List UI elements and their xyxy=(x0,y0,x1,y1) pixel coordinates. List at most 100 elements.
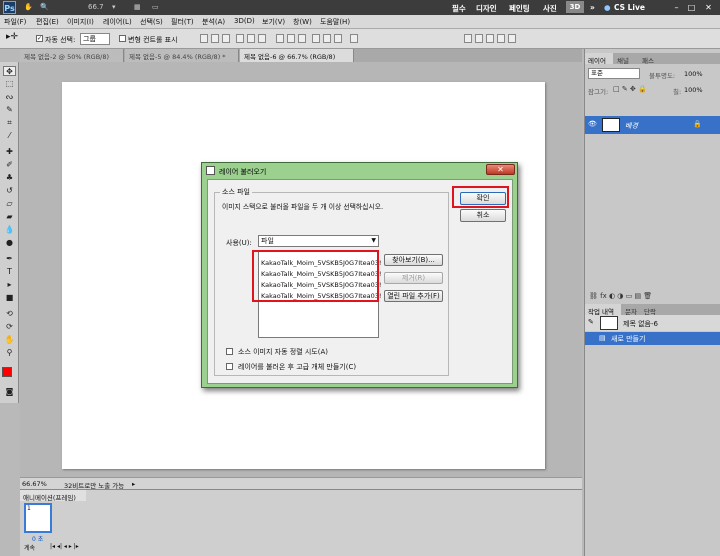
hand-icon[interactable]: ✋ xyxy=(24,3,33,11)
auto-select-dropdown[interactable]: 그룹 xyxy=(80,33,110,45)
quick-mask-icon[interactable]: ◙ xyxy=(3,387,16,397)
distribute-left-icon[interactable] xyxy=(312,34,320,43)
distribute-bottom-icon[interactable] xyxy=(298,34,306,43)
3d-camera-rotate-tool-icon[interactable]: ⟳ xyxy=(3,322,16,332)
path-select-tool-icon[interactable]: ▸ xyxy=(3,280,16,290)
move-tool-icon[interactable]: ▸✛ xyxy=(6,32,18,42)
foreground-color-swatch[interactable] xyxy=(2,367,12,377)
align-bottom-icon[interactable] xyxy=(222,34,230,43)
zoom-tool-icon[interactable]: ⚲ xyxy=(3,348,16,358)
arrange-icon[interactable]: ▭ xyxy=(152,3,159,11)
history-item[interactable]: ▤ 새로 만들기 xyxy=(585,332,720,345)
shape-tool-icon[interactable]: ■ xyxy=(3,293,16,303)
tab-document-6[interactable]: 제목 없음-6 @ 66.7% (RGB/8) xyxy=(240,49,354,62)
workspace-design[interactable]: 디자인 xyxy=(476,3,497,14)
dialog-title-bar[interactable]: 레이어 불러오기 ✕ xyxy=(202,163,517,178)
menu-analysis[interactable]: 분석(A) xyxy=(202,17,225,27)
gradient-tool-icon[interactable]: ▰ xyxy=(3,212,16,222)
tab-document-2[interactable]: 제목 없음-2 @ 50% (RGB/8) xyxy=(20,49,124,62)
distribute-vcenter-icon[interactable] xyxy=(287,34,295,43)
layer-row-background[interactable]: 👁 배경 🔒 xyxy=(585,116,720,134)
healing-brush-tool-icon[interactable]: ✚ xyxy=(3,147,16,157)
clone-stamp-tool-icon[interactable]: ♣ xyxy=(3,173,16,183)
browse-button[interactable]: 찾아보기(B)... xyxy=(384,254,443,266)
menu-window[interactable]: 창(W) xyxy=(293,17,312,27)
distribute-hcenter-icon[interactable] xyxy=(323,34,331,43)
blur-tool-icon[interactable]: 💧 xyxy=(3,225,16,235)
smart-object-checkbox[interactable] xyxy=(226,363,233,370)
tab-animation[interactable]: 애니메이션(프레임) xyxy=(20,490,86,502)
lasso-tool-icon[interactable]: ᔓ xyxy=(3,92,16,102)
tab-character[interactable]: 문자 xyxy=(622,304,640,316)
close-icon[interactable]: ✕ xyxy=(703,2,714,13)
fill-value[interactable]: 100% xyxy=(684,86,703,94)
tab-channels[interactable]: 채널 xyxy=(614,53,638,65)
menu-edit[interactable]: 편집(E) xyxy=(36,17,59,27)
chevron-down-icon[interactable]: ▼ xyxy=(371,236,376,246)
tab-document-5[interactable]: 제목 없음-5 @ 84.4% (RGB/8) * xyxy=(125,49,239,62)
align-top-icon[interactable] xyxy=(200,34,208,43)
tab-history[interactable]: 작업 내역 xyxy=(585,304,621,316)
transform-controls-checkbox[interactable] xyxy=(119,35,126,42)
use-dropdown[interactable]: 파일 ▼ xyxy=(258,235,379,247)
more-workspaces[interactable]: » xyxy=(590,3,595,12)
layer-name[interactable]: 배경 xyxy=(625,121,638,131)
workspace-painting[interactable]: 페인팅 xyxy=(509,3,530,14)
auto-align-icon[interactable] xyxy=(350,34,358,43)
tab-paths[interactable]: 패스 xyxy=(639,53,663,65)
add-open-files-button[interactable]: 열린 파일 추가(F) xyxy=(384,290,443,302)
chevron-down-icon[interactable]: ▾ xyxy=(112,3,116,11)
3d-rotate-icon[interactable] xyxy=(464,34,472,43)
distribute-right-icon[interactable] xyxy=(334,34,342,43)
workspace-photo[interactable]: 사진 xyxy=(543,3,557,14)
eyedropper-tool-icon[interactable]: ⁄ xyxy=(3,131,16,141)
menu-view[interactable]: 보기(V) xyxy=(262,17,285,27)
3d-object-rotate-tool-icon[interactable]: ⟲ xyxy=(3,309,16,319)
auto-align-checkbox[interactable] xyxy=(226,348,233,355)
tab-layers[interactable]: 레이어 xyxy=(585,53,613,65)
workspace-3d[interactable]: 3D xyxy=(566,1,584,13)
playback-controls[interactable]: |◂ ◂| ◂ ▸ |▸ xyxy=(50,543,79,550)
align-right-icon[interactable] xyxy=(258,34,266,43)
align-hcenter-icon[interactable] xyxy=(247,34,255,43)
3d-scale-icon[interactable] xyxy=(508,34,516,43)
minimize-icon[interactable]: – xyxy=(671,2,682,13)
lock-icons[interactable]: □ ✎ ✥ 🔒 xyxy=(613,85,647,93)
pen-tool-icon[interactable]: ✒ xyxy=(3,254,16,264)
menu-help[interactable]: 도움말(H) xyxy=(320,17,350,27)
eye-icon[interactable]: 👁 xyxy=(588,120,597,128)
frame-delay[interactable]: 0 초 xyxy=(32,534,43,543)
grid-icon[interactable]: ▦ xyxy=(134,3,141,11)
3d-pan-icon[interactable] xyxy=(486,34,494,43)
workspace-essentials[interactable]: 필수 xyxy=(452,3,466,14)
distribute-top-icon[interactable] xyxy=(276,34,284,43)
menu-image[interactable]: 이미지(I) xyxy=(67,17,94,27)
type-tool-icon[interactable]: T xyxy=(3,267,16,277)
status-zoom[interactable]: 66.67% xyxy=(22,480,47,488)
marquee-tool-icon[interactable]: ⬚ xyxy=(3,79,16,89)
history-brush-tool-icon[interactable]: ↺ xyxy=(3,186,16,196)
opacity-value[interactable]: 100% xyxy=(684,70,703,78)
3d-roll-icon[interactable] xyxy=(475,34,483,43)
cslive-link[interactable]: CS Live xyxy=(614,3,645,12)
layer-footer-icons[interactable]: ⛓ fx ◐ ◑ ▭ ▤ 🗑 xyxy=(589,292,652,300)
status-arrow-icon[interactable]: ▸ xyxy=(132,480,135,488)
quick-select-tool-icon[interactable]: ✎ xyxy=(3,105,16,115)
menu-layer[interactable]: 레이어(L) xyxy=(103,17,132,27)
align-left-icon[interactable] xyxy=(236,34,244,43)
cancel-button[interactable]: 취소 xyxy=(460,209,506,222)
3d-slide-icon[interactable] xyxy=(497,34,505,43)
maximize-icon[interactable]: □ xyxy=(686,2,697,13)
animation-frame[interactable]: 1 xyxy=(24,503,52,533)
zoom-level[interactable]: 66.7 xyxy=(88,3,104,11)
remove-button[interactable]: 제거(R) xyxy=(384,272,443,284)
menu-filter[interactable]: 필터(T) xyxy=(171,17,194,27)
dodge-tool-icon[interactable]: ● xyxy=(3,238,16,248)
auto-select-checkbox[interactable]: ✓ xyxy=(36,35,43,42)
menu-file[interactable]: 파일(F) xyxy=(4,17,26,27)
dialog-close-button[interactable]: ✕ xyxy=(486,164,515,175)
menu-select[interactable]: 선택(S) xyxy=(140,17,163,27)
history-snapshot[interactable]: ✎ 제목 없음-6 xyxy=(585,315,720,331)
crop-tool-icon[interactable]: ⌗ xyxy=(3,118,16,128)
brush-tool-icon[interactable]: ✐ xyxy=(3,160,16,170)
